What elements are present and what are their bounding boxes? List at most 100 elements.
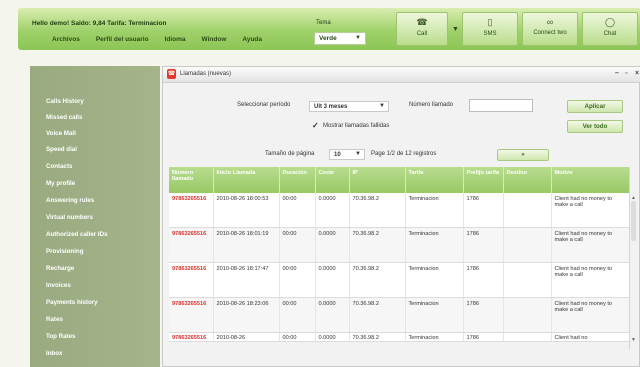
called-number-label: Número llamado [409, 102, 454, 108]
cell-numero: 97863265516 [169, 262, 214, 298]
cell-motivo: Client had no money to make a call [551, 262, 630, 298]
sidebar-item-virtual-numbers[interactable]: Virtual numbers [46, 214, 93, 221]
calls-table: Número llamado Inicio Llamada Duración C… [169, 167, 630, 342]
sms-button[interactable]: ▯ SMS [462, 12, 518, 46]
sidebar-item-speed-dial[interactable]: Speed dial [46, 146, 77, 153]
sidebar-item-my-profile[interactable]: My profile [46, 180, 75, 187]
page-size-value: 10 [334, 152, 341, 158]
sidebar-item-voice-mail[interactable]: Voice Mail [46, 130, 76, 137]
period-select-value: Ult 3 meses [314, 104, 348, 110]
cell-inicio: 2010-08-26 18:17:47 [213, 262, 280, 298]
theme-select[interactable]: Verde ▼ [314, 32, 366, 45]
connect-two-button[interactable]: ∞ Connect two [522, 12, 578, 46]
cell-inicio: 2010-08-26 [213, 332, 280, 342]
col-header-numero[interactable]: Número llamado [169, 167, 214, 193]
table-row[interactable]: 97863265516 2010-08-26 18:17:47 00:00 0.… [169, 262, 630, 298]
cell-numero: 97863265516 [169, 193, 214, 228]
cell-numero: 97863265516 [169, 227, 214, 263]
page-info: Page 1/2 de 12 registros [371, 151, 437, 157]
cell-tarifa: Terminacion [405, 297, 464, 333]
table-row[interactable]: 97863265516 2010-08-26 18:23:06 00:00 0.… [169, 297, 630, 333]
window-titlebar[interactable]: ☎ Llamadas (nuevas) – ▫ × [163, 67, 640, 83]
sidebar-item-top-rates[interactable]: Top Rates [46, 333, 75, 340]
cell-tarifa: Terminacion [405, 332, 464, 342]
connect-two-button-label: Connect two [533, 30, 567, 36]
call-dropdown-icon[interactable]: ▼ [452, 26, 459, 33]
cell-motivo: Client had no [551, 332, 630, 342]
sidebar: Calls History Missed calls Voice Mail Sp… [30, 66, 160, 367]
sidebar-item-invoices[interactable]: Invoices [46, 282, 71, 289]
theme-select-value: Verde [319, 35, 337, 42]
sidebar-item-authorized-caller-ids[interactable]: Authorized caller IDs [46, 231, 108, 238]
chat-button-label: Chat [603, 31, 617, 37]
sidebar-item-rates[interactable]: Rates [46, 316, 63, 323]
col-header-tarifa[interactable]: Tarifa [405, 167, 464, 193]
cell-inicio: 2010-08-26 18:01:19 [213, 227, 280, 263]
failed-calls-checkbox[interactable]: ✓ [312, 122, 319, 130]
next-page-button[interactable]: » [497, 149, 549, 161]
cell-prefijo: 1786 [463, 332, 504, 342]
period-label: Seleccionar período [237, 102, 291, 108]
cell-ip: 70.36.98.2 [349, 227, 406, 263]
scroll-down-icon[interactable]: ▼ [631, 337, 636, 343]
cell-ip: 70.36.98.2 [349, 193, 406, 228]
sidebar-item-payments-history[interactable]: Payments history [46, 299, 98, 306]
chat-icon: ◯ [604, 17, 616, 27]
user-balance-text: Hello demo! Saldo: 9,84 Tarifa: Terminac… [32, 20, 167, 27]
col-header-coste[interactable]: Coste [315, 167, 350, 193]
connect-icon: ∞ [546, 17, 554, 27]
view-all-button[interactable]: Ver todo [567, 120, 623, 133]
minimize-icon[interactable]: – [615, 70, 619, 77]
called-number-input[interactable] [469, 99, 533, 112]
menu-window[interactable]: Window [194, 36, 235, 43]
col-header-motivo[interactable]: Motivo [551, 167, 630, 193]
page-size-label: Tamaño de página [265, 151, 315, 157]
sidebar-item-recharge[interactable]: Recharge [46, 265, 74, 272]
menu-perfil-usuario[interactable]: Perfil del usuario [88, 36, 157, 43]
table-row[interactable]: 97863265516 2010-08-26 18:00:53 00:00 0.… [169, 193, 630, 228]
sidebar-item-provisioning[interactable]: Provisioning [46, 248, 83, 255]
col-header-inicio[interactable]: Inicio Llamada [213, 167, 280, 193]
sidebar-item-missed-calls[interactable]: Missed calls [46, 114, 82, 121]
cell-duracion: 00:00 [279, 332, 316, 342]
window-title: Llamadas (nuevas) [180, 71, 232, 77]
table-row[interactable]: 97863265516 2010-08-26 18:01:19 00:00 0.… [169, 227, 630, 263]
phone-icon: ☎ [416, 17, 428, 27]
cell-prefijo: 1786 [463, 193, 504, 228]
cell-coste: 0.0000 [315, 297, 350, 333]
call-button[interactable]: ☎ Call [396, 12, 448, 46]
cell-destino [503, 262, 552, 298]
cell-coste: 0.0000 [315, 193, 350, 228]
calls-window: ☎ Llamadas (nuevas) – ▫ × Seleccionar pe… [162, 66, 640, 367]
close-icon[interactable]: × [635, 70, 639, 77]
cell-prefijo: 1786 [463, 227, 504, 263]
sidebar-item-inbox[interactable]: Inbox [46, 350, 63, 357]
menu-idioma[interactable]: Idioma [157, 36, 194, 43]
maximize-icon[interactable]: ▫ [625, 70, 627, 77]
menu-archivos[interactable]: Archivos [44, 36, 88, 43]
chat-button[interactable]: ◯ Chat [582, 12, 638, 46]
page-size-select[interactable]: 10 ▼ [329, 149, 365, 160]
cell-duracion: 00:00 [279, 297, 316, 333]
col-header-duracion[interactable]: Duración [279, 167, 316, 193]
cell-coste: 0.0000 [315, 262, 350, 298]
main-menu: Archivos Perfil del usuario Idioma Windo… [44, 36, 270, 43]
sidebar-item-calls-history[interactable]: Calls History [46, 98, 84, 105]
scroll-thumb[interactable] [631, 201, 636, 241]
top-header: Hello demo! Saldo: 9,84 Tarifa: Terminac… [18, 8, 640, 50]
period-select[interactable]: Ult 3 meses ▼ [309, 101, 389, 112]
col-header-destino[interactable]: Destino [503, 167, 552, 193]
col-header-ip[interactable]: IP [349, 167, 406, 193]
call-button-label: Call [416, 31, 428, 37]
sidebar-item-answering-rules[interactable]: Answering rules [46, 197, 94, 204]
table-scrollbar[interactable]: ▲ ▼ [629, 167, 637, 349]
chevron-down-icon: ▼ [355, 151, 361, 157]
sms-icon: ▯ [487, 17, 493, 27]
apply-button[interactable]: Aplicar [567, 100, 623, 113]
col-header-prefijo[interactable]: Prefijo tarifa [463, 167, 504, 193]
cell-prefijo: 1786 [463, 297, 504, 333]
table-row[interactable]: 97863265516 2010-08-26 00:00 0.0000 70.3… [169, 332, 630, 342]
cell-tarifa: Terminacion [405, 227, 464, 263]
menu-ayuda[interactable]: Ayuda [234, 36, 270, 43]
sidebar-item-contacts[interactable]: Contacts [46, 163, 72, 170]
